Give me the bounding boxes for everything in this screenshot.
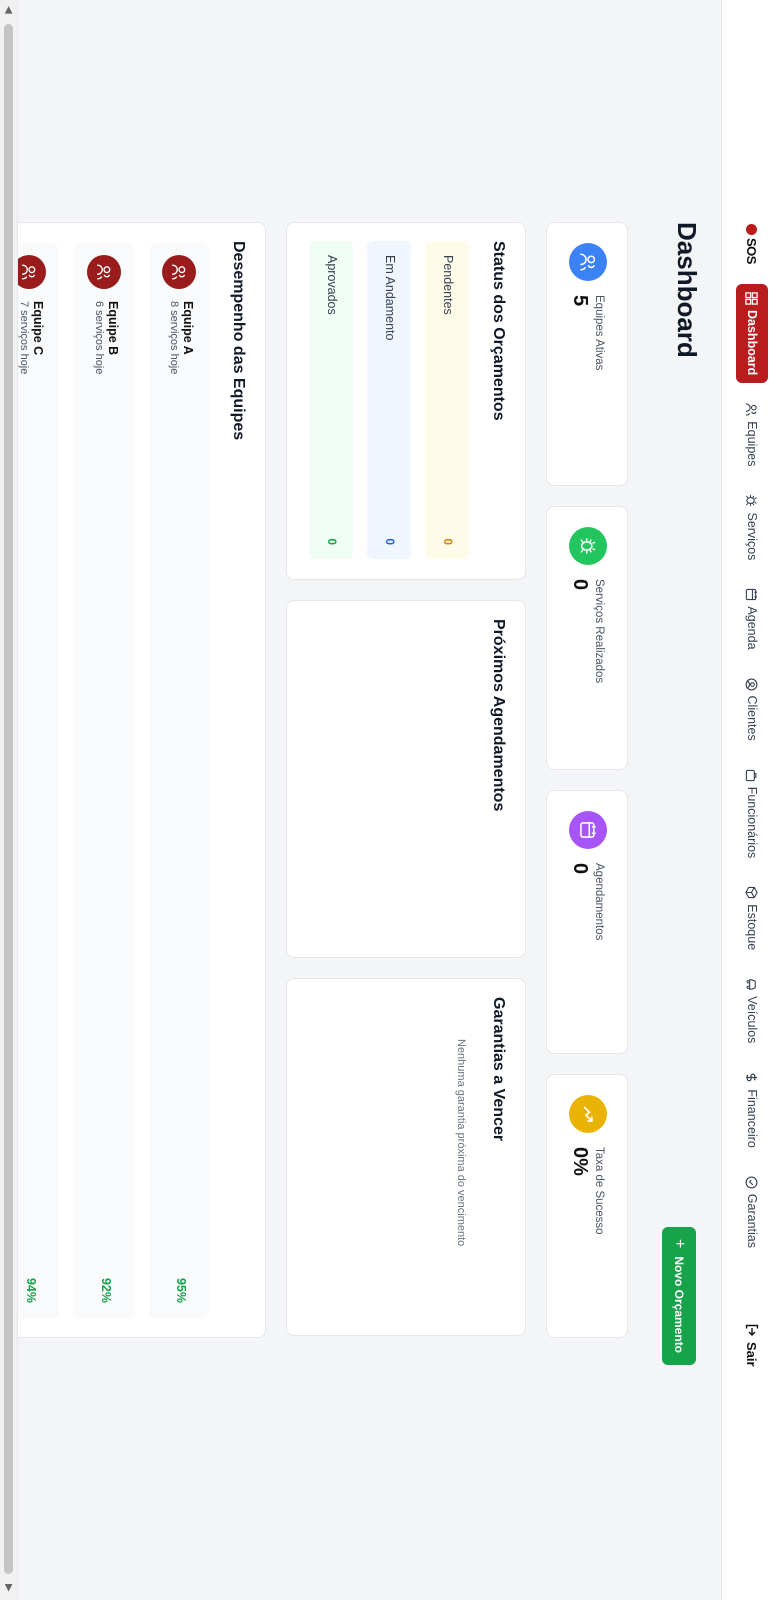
nav-item-label: Agenda <box>745 606 759 650</box>
nav-item-agenda[interactable]: Agenda <box>736 580 768 657</box>
app-root: SOS Dashboard Equipes Serviços Agenda Cl… <box>0 0 782 1600</box>
logout-button[interactable]: Sair <box>736 1323 768 1367</box>
status-row-pendentes: Pendentes 0 <box>425 241 469 559</box>
nav-item-label: Garantias <box>745 1193 759 1248</box>
team-row: Equipe A 8 serviços hoje 95% <box>149 243 209 1319</box>
panel-title: Garantias a Vencer <box>490 997 507 1142</box>
nav-item-label: Financeiro <box>745 1089 759 1148</box>
logout-label: Sair <box>744 1342 760 1367</box>
panel-title: Desempenho das Equipes <box>230 241 247 441</box>
users-icon <box>746 403 758 416</box>
briefcase-icon <box>746 769 757 781</box>
team-subtitle: 8 serviços hoje <box>168 301 180 375</box>
grid-icon <box>745 292 759 305</box>
stat-value: 5 <box>569 295 591 307</box>
main-nav: Dashboard Equipes Serviços Agenda Client… <box>736 284 768 1268</box>
status-label: Aprovados <box>325 255 339 315</box>
empty-message: Nenhuma garantia próxima do vencimento <box>455 1039 467 1247</box>
brand-logo[interactable]: SOS <box>742 224 762 264</box>
stat-value: 0% <box>569 1147 591 1176</box>
stat-label: Taxa de Sucesso <box>593 1147 605 1235</box>
budget-status-panel: Status dos Orçamentos Pendentes 0 Em And… <box>286 222 526 580</box>
car-icon <box>747 979 757 990</box>
logo-icon <box>746 224 758 235</box>
status-value: 0 <box>383 538 397 545</box>
status-value: 0 <box>325 538 339 545</box>
nav-item-funcionarios[interactable]: Funcionários <box>736 761 768 867</box>
nav-item-dashboard[interactable]: Dashboard <box>736 284 768 384</box>
nav-item-clientes[interactable]: Clientes <box>736 670 768 749</box>
team-name: Equipe A <box>181 301 195 355</box>
nav-item-label: Clientes <box>745 695 759 741</box>
nav-item-equipes[interactable]: Equipes <box>736 395 768 474</box>
team-performance-panel: Desempenho das Equipes Equipe A 8 serviç… <box>0 222 266 1338</box>
status-row-em-andamento: Em Andamento 0 <box>367 241 411 559</box>
users-icon <box>569 243 607 281</box>
logout-icon <box>745 1324 759 1336</box>
team-avatar-icon <box>162 255 196 289</box>
panel-title: Próximos Agendamentos <box>490 619 507 812</box>
bug-icon <box>569 527 607 565</box>
nav-item-label: Estoque <box>745 904 759 951</box>
expiring-warranties-panel: Garantias a Vencer Nenhuma garantia próx… <box>286 978 526 1336</box>
nav-item-label: Funcionários <box>745 786 759 859</box>
top-navbar: SOS Dashboard Equipes Serviços Agenda Cl… <box>721 0 782 1600</box>
stat-value: 0 <box>569 863 591 875</box>
nav-item-financeiro[interactable]: Financeiro <box>736 1063 768 1155</box>
page-title: Dashboard <box>672 222 702 358</box>
new-budget-label: Novo Orçamento <box>672 1256 686 1354</box>
calendar-icon <box>746 589 758 601</box>
stat-card-agendamentos: Agendamentos 0 <box>546 790 628 1054</box>
nav-item-servicos[interactable]: Serviços <box>736 486 768 568</box>
stat-card-servicos: Serviços Realizados 0 <box>546 506 628 770</box>
nav-item-label: Veículos <box>745 996 759 1044</box>
status-value: 0 <box>441 538 455 545</box>
nav-item-garantias[interactable]: Garantias <box>736 1168 768 1256</box>
stat-card-equipes: Equipes Ativas 5 <box>546 222 628 486</box>
brand-name: SOS <box>744 238 760 264</box>
new-budget-button[interactable]: + Novo Orçamento <box>662 1227 696 1365</box>
stat-label: Equipes Ativas <box>593 295 605 371</box>
status-label: Pendentes <box>441 255 455 315</box>
nav-item-veiculos[interactable]: Veículos <box>736 970 768 1051</box>
stat-label: Serviços Realizados <box>593 579 605 684</box>
team-avatar-icon <box>87 255 121 289</box>
stat-label: Agendamentos <box>593 863 605 941</box>
dollar-icon <box>746 1074 758 1082</box>
trend-up-icon <box>569 1095 607 1133</box>
team-name: Equipe B <box>106 301 120 356</box>
team-score: 92% <box>99 1277 113 1303</box>
scroll-right-icon[interactable]: ▶ <box>3 1584 14 1592</box>
scroll-left-icon[interactable]: ◀ <box>3 6 14 14</box>
status-row-aprovados: Aprovados 0 <box>309 241 353 559</box>
scrollbar-thumb[interactable] <box>4 24 13 1574</box>
bug-icon <box>746 495 758 507</box>
team-subtitle: 7 serviços hoje <box>18 301 30 375</box>
status-label: Em Andamento <box>383 255 397 341</box>
nav-item-label: Equipes <box>745 421 759 467</box>
panel-title: Status dos Orçamentos <box>490 241 507 421</box>
nav-item-label: Dashboard <box>745 310 759 376</box>
calendar-icon <box>569 811 607 849</box>
horizontal-scrollbar[interactable]: ◀ ▶ <box>0 0 18 1600</box>
box-icon <box>745 887 759 899</box>
team-row: Equipe B 6 serviços hoje 92% <box>74 243 134 1319</box>
nav-item-estoque[interactable]: Estoque <box>736 878 768 958</box>
nav-item-label: Serviços <box>745 512 759 561</box>
user-circle-icon <box>746 678 758 690</box>
team-score: 94% <box>24 1277 38 1303</box>
stat-value: 0 <box>569 579 591 591</box>
check-circle-icon <box>746 1176 758 1189</box>
stat-card-taxa-sucesso: Taxa de Sucesso 0% <box>546 1074 628 1338</box>
team-name: Equipe C <box>31 301 45 356</box>
team-score: 95% <box>174 1277 188 1303</box>
upcoming-appointments-panel: Próximos Agendamentos <box>286 600 526 958</box>
team-subtitle: 6 serviços hoje <box>93 301 105 375</box>
plus-icon: + <box>671 1238 688 1249</box>
